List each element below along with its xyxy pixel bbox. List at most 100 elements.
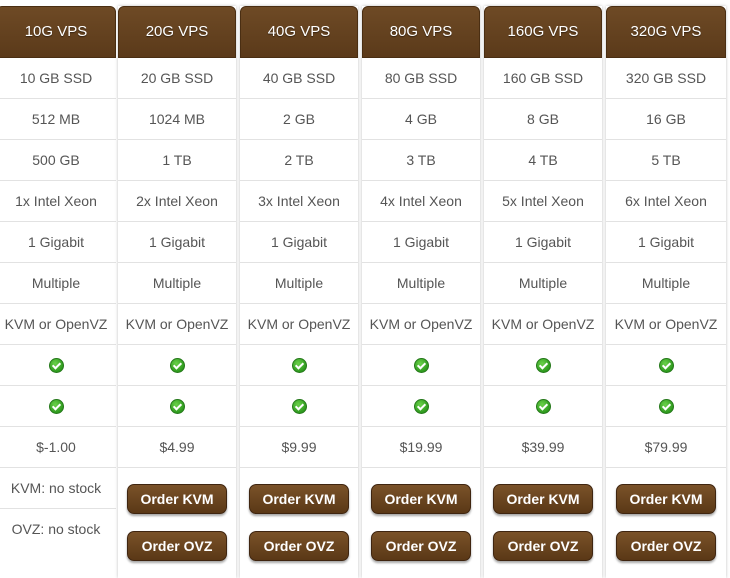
plan-header: 20G VPS bbox=[118, 6, 236, 58]
plan-column-160g: 160G VPS 160 GB SSD 8 GB 4 TB 5x Intel X… bbox=[484, 6, 602, 578]
order-ovz-button[interactable]: Order OVZ bbox=[249, 531, 349, 561]
order-buttons: Order KVM Order OVZ bbox=[362, 468, 480, 562]
check-icon bbox=[535, 398, 551, 414]
feature-check-cell bbox=[0, 386, 116, 427]
feature-check-cell bbox=[362, 386, 480, 427]
check-icon bbox=[291, 398, 307, 414]
ram-cell: 2 GB bbox=[240, 99, 358, 140]
port-cell: 1 Gigabit bbox=[240, 222, 358, 263]
order-kvm-button[interactable]: Order KVM bbox=[249, 484, 349, 514]
locations-cell: Multiple bbox=[362, 263, 480, 304]
order-buttons: Order KVM Order OVZ bbox=[118, 468, 236, 562]
plan-column-40g: 40G VPS 40 GB SSD 2 GB 2 TB 3x Intel Xeo… bbox=[240, 6, 358, 578]
check-icon bbox=[291, 357, 307, 373]
price-cell: $19.99 bbox=[362, 427, 480, 468]
check-icon bbox=[169, 357, 185, 373]
bandwidth-cell: 3 TB bbox=[362, 140, 480, 181]
check-icon bbox=[658, 357, 674, 373]
virtualization-cell: KVM or OpenVZ bbox=[240, 304, 358, 345]
cpu-cell: 1x Intel Xeon bbox=[0, 181, 116, 222]
order-kvm-button[interactable]: Order KVM bbox=[371, 484, 471, 514]
cpu-cell: 5x Intel Xeon bbox=[484, 181, 602, 222]
port-cell: 1 Gigabit bbox=[484, 222, 602, 263]
locations-cell: Multiple bbox=[118, 263, 236, 304]
order-buttons: Order KVM Order OVZ bbox=[606, 468, 726, 562]
feature-check-cell bbox=[606, 386, 726, 427]
feature-check-cell bbox=[240, 386, 358, 427]
check-icon bbox=[48, 398, 64, 414]
check-icon bbox=[48, 357, 64, 373]
storage-cell: 160 GB SSD bbox=[484, 58, 602, 99]
kvm-stock-status: KVM: no stock bbox=[0, 468, 116, 509]
plan-column-20g: 20G VPS 20 GB SSD 1024 MB 1 TB 2x Intel … bbox=[118, 6, 236, 578]
virtualization-cell: KVM or OpenVZ bbox=[0, 304, 116, 345]
locations-cell: Multiple bbox=[0, 263, 116, 304]
feature-check-cell bbox=[362, 345, 480, 386]
order-buttons: Order KVM Order OVZ bbox=[484, 468, 602, 562]
virtualization-cell: KVM or OpenVZ bbox=[606, 304, 726, 345]
price-cell: $4.99 bbox=[118, 427, 236, 468]
order-ovz-button[interactable]: Order OVZ bbox=[127, 531, 227, 561]
order-ovz-button[interactable]: Order OVZ bbox=[616, 531, 716, 561]
order-kvm-button[interactable]: Order KVM bbox=[616, 484, 716, 514]
port-cell: 1 Gigabit bbox=[118, 222, 236, 263]
feature-check-cell bbox=[240, 345, 358, 386]
feature-check-cell bbox=[0, 345, 116, 386]
locations-cell: Multiple bbox=[606, 263, 726, 304]
order-ovz-button[interactable]: Order OVZ bbox=[493, 531, 593, 561]
bandwidth-cell: 2 TB bbox=[240, 140, 358, 181]
bandwidth-cell: 1 TB bbox=[118, 140, 236, 181]
feature-check-cell bbox=[118, 386, 236, 427]
port-cell: 1 Gigabit bbox=[606, 222, 726, 263]
price-cell: $9.99 bbox=[240, 427, 358, 468]
storage-cell: 20 GB SSD bbox=[118, 58, 236, 99]
feature-check-cell bbox=[118, 345, 236, 386]
order-kvm-button[interactable]: Order KVM bbox=[493, 484, 593, 514]
plan-column-320g: 320G VPS 320 GB SSD 16 GB 5 TB 6x Intel … bbox=[606, 6, 726, 578]
virtualization-cell: KVM or OpenVZ bbox=[118, 304, 236, 345]
ram-cell: 512 MB bbox=[0, 99, 116, 140]
ovz-stock-status: OVZ: no stock bbox=[11, 521, 101, 537]
storage-cell: 320 GB SSD bbox=[606, 58, 726, 99]
check-icon bbox=[658, 398, 674, 414]
check-icon bbox=[413, 357, 429, 373]
plan-column-80g: 80G VPS 80 GB SSD 4 GB 3 TB 4x Intel Xeo… bbox=[362, 6, 480, 578]
plan-header: 80G VPS bbox=[362, 6, 480, 58]
port-cell: 1 Gigabit bbox=[0, 222, 116, 263]
bandwidth-cell: 5 TB bbox=[606, 140, 726, 181]
plan-header: 10G VPS bbox=[0, 6, 116, 58]
bandwidth-cell: 500 GB bbox=[0, 140, 116, 181]
feature-check-cell bbox=[606, 345, 726, 386]
virtualization-cell: KVM or OpenVZ bbox=[484, 304, 602, 345]
locations-cell: Multiple bbox=[240, 263, 358, 304]
ram-cell: 16 GB bbox=[606, 99, 726, 140]
cpu-cell: 4x Intel Xeon bbox=[362, 181, 480, 222]
cpu-cell: 6x Intel Xeon bbox=[606, 181, 726, 222]
vps-pricing-table: 10G VPS 10 GB SSD 512 MB 500 GB 1x Intel… bbox=[0, 0, 730, 578]
order-ovz-button[interactable]: Order OVZ bbox=[371, 531, 471, 561]
storage-cell: 10 GB SSD bbox=[0, 58, 116, 99]
plan-column-10g: 10G VPS 10 GB SSD 512 MB 500 GB 1x Intel… bbox=[0, 6, 116, 578]
price-cell: $79.99 bbox=[606, 427, 726, 468]
check-icon bbox=[413, 398, 429, 414]
storage-cell: 40 GB SSD bbox=[240, 58, 358, 99]
price-cell: $-1.00 bbox=[0, 427, 116, 468]
plan-header: 320G VPS bbox=[606, 6, 726, 58]
order-kvm-button[interactable]: Order KVM bbox=[127, 484, 227, 514]
feature-check-cell bbox=[484, 386, 602, 427]
ram-cell: 8 GB bbox=[484, 99, 602, 140]
plan-header: 40G VPS bbox=[240, 6, 358, 58]
locations-cell: Multiple bbox=[484, 263, 602, 304]
storage-cell: 80 GB SSD bbox=[362, 58, 480, 99]
check-icon bbox=[169, 398, 185, 414]
bandwidth-cell: 4 TB bbox=[484, 140, 602, 181]
plan-header: 160G VPS bbox=[484, 6, 602, 58]
virtualization-cell: KVM or OpenVZ bbox=[362, 304, 480, 345]
feature-check-cell bbox=[484, 345, 602, 386]
ram-cell: 1024 MB bbox=[118, 99, 236, 140]
price-cell: $39.99 bbox=[484, 427, 602, 468]
cpu-cell: 2x Intel Xeon bbox=[118, 181, 236, 222]
ram-cell: 4 GB bbox=[362, 99, 480, 140]
port-cell: 1 Gigabit bbox=[362, 222, 480, 263]
check-icon bbox=[535, 357, 551, 373]
